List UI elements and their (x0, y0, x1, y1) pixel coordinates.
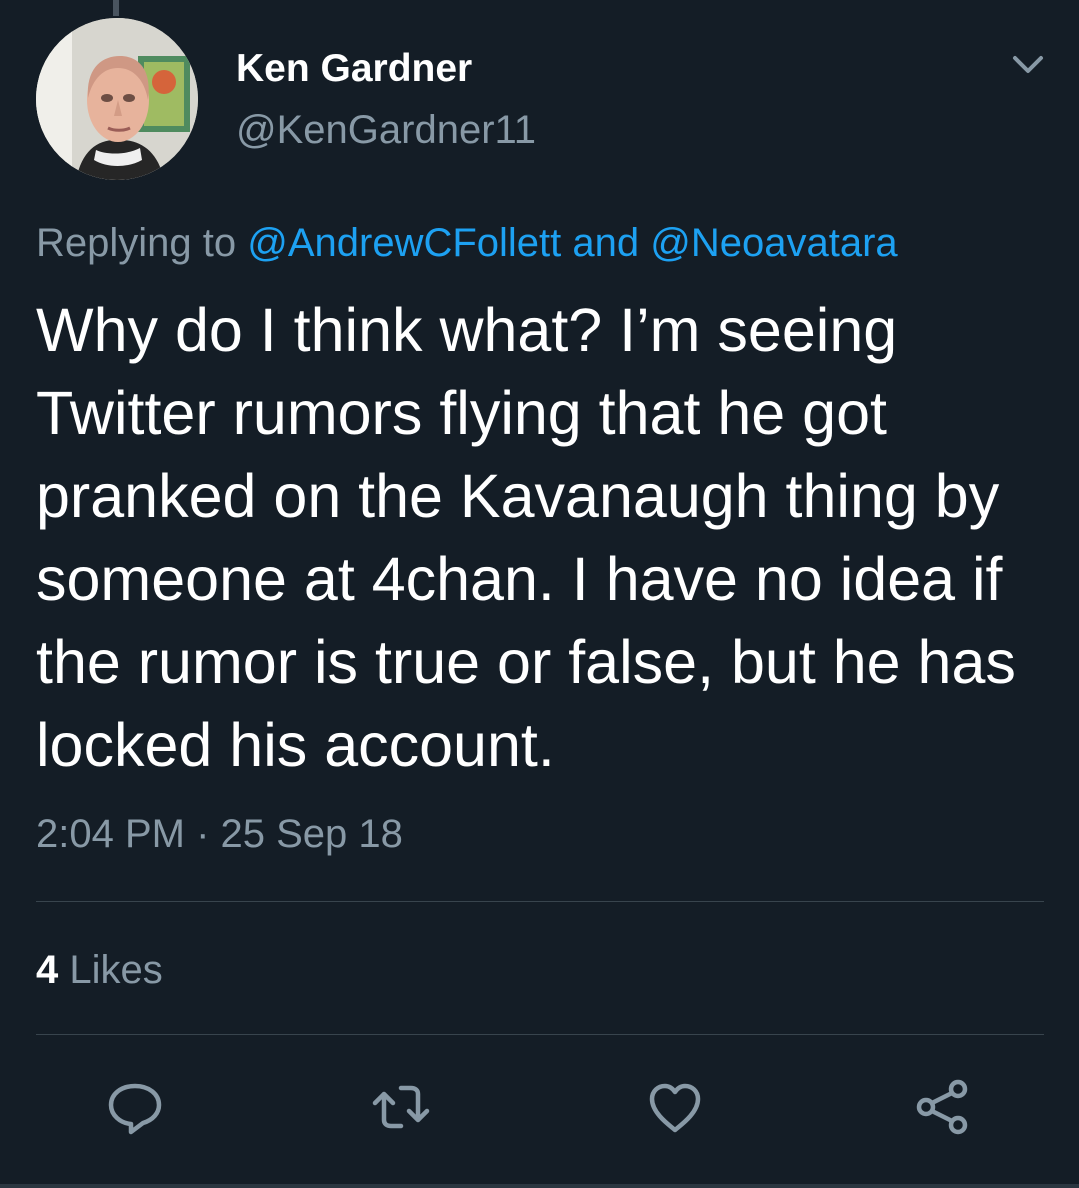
author-handle[interactable]: @KenGardner11 (236, 108, 536, 152)
like-button[interactable] (644, 1078, 706, 1136)
chevron-down-icon[interactable] (1008, 48, 1048, 80)
heart-icon (649, 1083, 701, 1133)
likes-count: 4 (36, 948, 59, 992)
retweet-button[interactable] (370, 1078, 432, 1136)
likes-label[interactable]: Likes (58, 948, 162, 992)
mention-neoavatara[interactable]: @Neoavatara (650, 221, 897, 265)
reply-context: Replying to @AndrewCFollett and @Neoavat… (36, 221, 898, 265)
reply-icon (108, 1083, 162, 1135)
mention-joiner: and (561, 221, 651, 265)
reply-prefix: Replying to (36, 221, 248, 265)
thread-connector-line (113, 0, 119, 16)
retweet-icon (372, 1085, 430, 1129)
mention-andrewcfollett[interactable]: @AndrewCFollett (247, 221, 561, 265)
share-button[interactable] (912, 1078, 974, 1136)
likes-summary[interactable]: 4 Likes (36, 948, 163, 992)
avatar[interactable] (36, 18, 198, 180)
tweet-text: Why do I think what? I’m seeing Twitter … (36, 296, 1016, 779)
divider-bottom (36, 1034, 1044, 1035)
tweet-timestamp: 2:04 PM · 25 Sep 18 (36, 812, 403, 856)
author-name[interactable]: Ken Gardner (236, 47, 472, 91)
divider-top (36, 901, 1044, 902)
share-icon (916, 1079, 968, 1135)
reply-button[interactable] (104, 1078, 166, 1136)
bottom-separator (0, 1184, 1079, 1188)
